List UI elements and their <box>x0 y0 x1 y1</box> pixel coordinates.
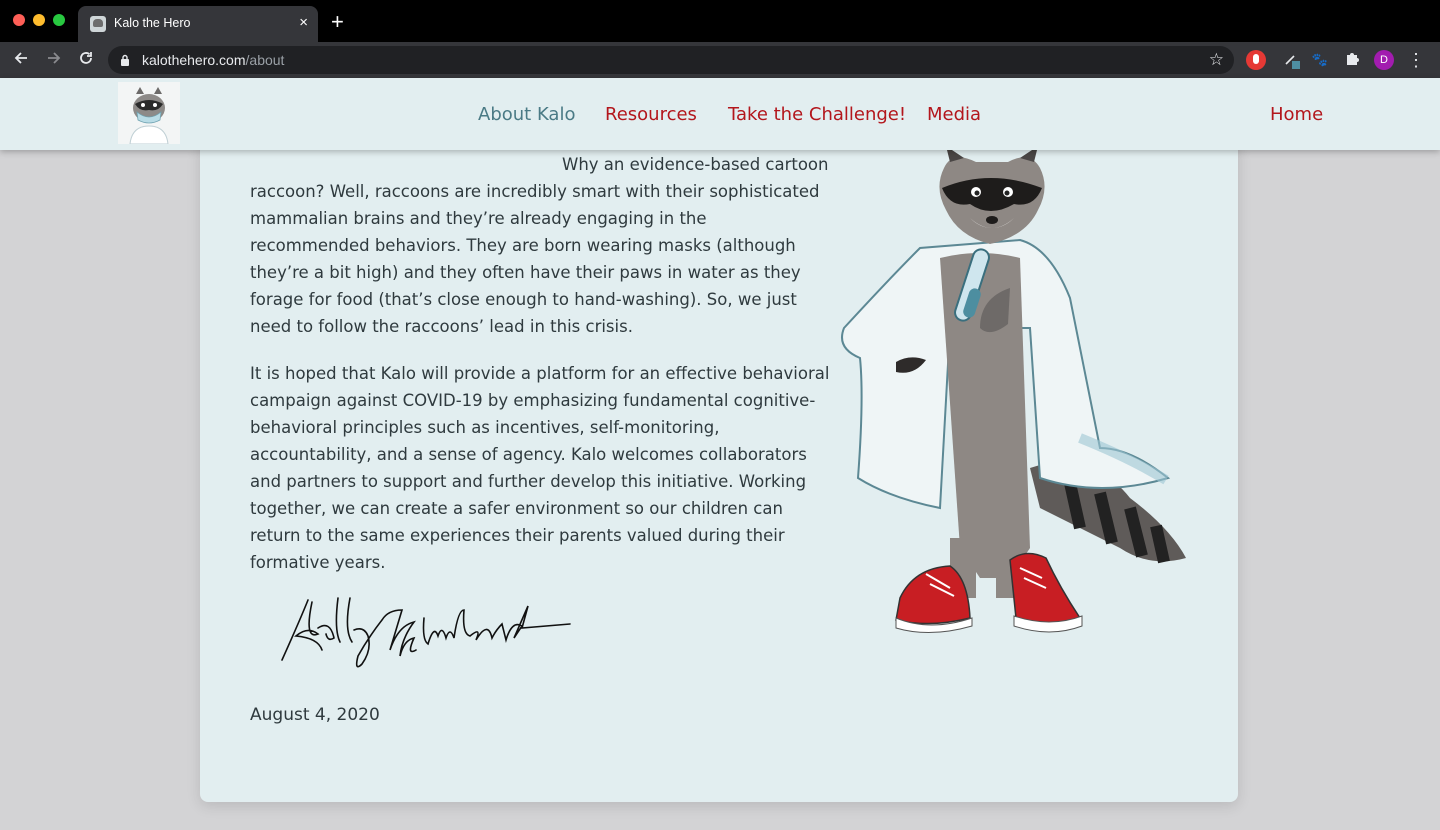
raccoon-scientist-illustration <box>841 148 1186 634</box>
nav-link-home[interactable]: Home <box>1270 104 1323 125</box>
arrow-right-icon <box>48 52 61 64</box>
signature-date: August 4, 2020 <box>250 705 380 725</box>
extension-eyedropper-icon[interactable] <box>1282 50 1302 70</box>
favicon-icon <box>90 16 106 32</box>
site-header: About Kalo Resources Take the Challenge!… <box>0 78 1440 150</box>
kebab-menu-icon[interactable]: ⋮ <box>1406 48 1426 72</box>
maximize-window-button[interactable] <box>53 14 65 26</box>
url-path: /about <box>245 52 285 68</box>
address-bar[interactable]: kalothehero.com/about ☆ <box>108 46 1234 74</box>
raccoon-logo-icon <box>118 82 180 144</box>
profile-avatar[interactable]: D <box>1374 50 1394 70</box>
about-content-card: Why an evidence-based cartoon raccoon? W… <box>200 120 1238 802</box>
url-host: kalothehero.com <box>142 52 246 68</box>
puzzle-icon[interactable] <box>1342 50 1362 70</box>
arrow-left-icon <box>14 52 27 64</box>
reload-button[interactable] <box>74 48 98 72</box>
url-text: kalothehero.com/about <box>142 52 284 68</box>
signature-image <box>281 597 571 668</box>
forward-button[interactable] <box>42 48 66 72</box>
nav-link-take-the-challenge[interactable]: Take the Challenge! <box>728 104 906 125</box>
about-paragraph-2: It is hoped that Kalo will provide a pla… <box>250 364 830 572</box>
reload-icon <box>80 52 92 64</box>
extension-paws-icon[interactable]: 🐾 <box>1310 50 1330 70</box>
tab-close-icon[interactable]: × <box>299 14 308 32</box>
star-icon[interactable]: ☆ <box>1209 50 1224 70</box>
browser-toolbar: kalothehero.com/about ☆ 🐾 D ⋮ <box>0 42 1440 78</box>
about-paragraph-1: Why an evidence-based cartoon raccoon? W… <box>250 155 829 336</box>
lock-icon <box>121 54 129 66</box>
extension-adblock-icon[interactable] <box>1246 50 1266 70</box>
minimize-window-button[interactable] <box>33 14 45 26</box>
tab-title: Kalo the Hero <box>114 16 191 30</box>
site-logo[interactable] <box>118 82 180 144</box>
new-tab-button[interactable]: + <box>331 10 344 34</box>
back-button[interactable] <box>9 48 33 72</box>
nav-link-about-kalo[interactable]: About Kalo <box>478 104 575 125</box>
nav-link-media[interactable]: Media <box>927 104 981 125</box>
nav-link-resources[interactable]: Resources <box>605 104 697 125</box>
browser-tab[interactable]: Kalo the Hero × <box>78 6 318 42</box>
browser-tab-strip: Kalo the Hero × + <box>0 0 1440 42</box>
close-window-button[interactable] <box>13 14 25 26</box>
